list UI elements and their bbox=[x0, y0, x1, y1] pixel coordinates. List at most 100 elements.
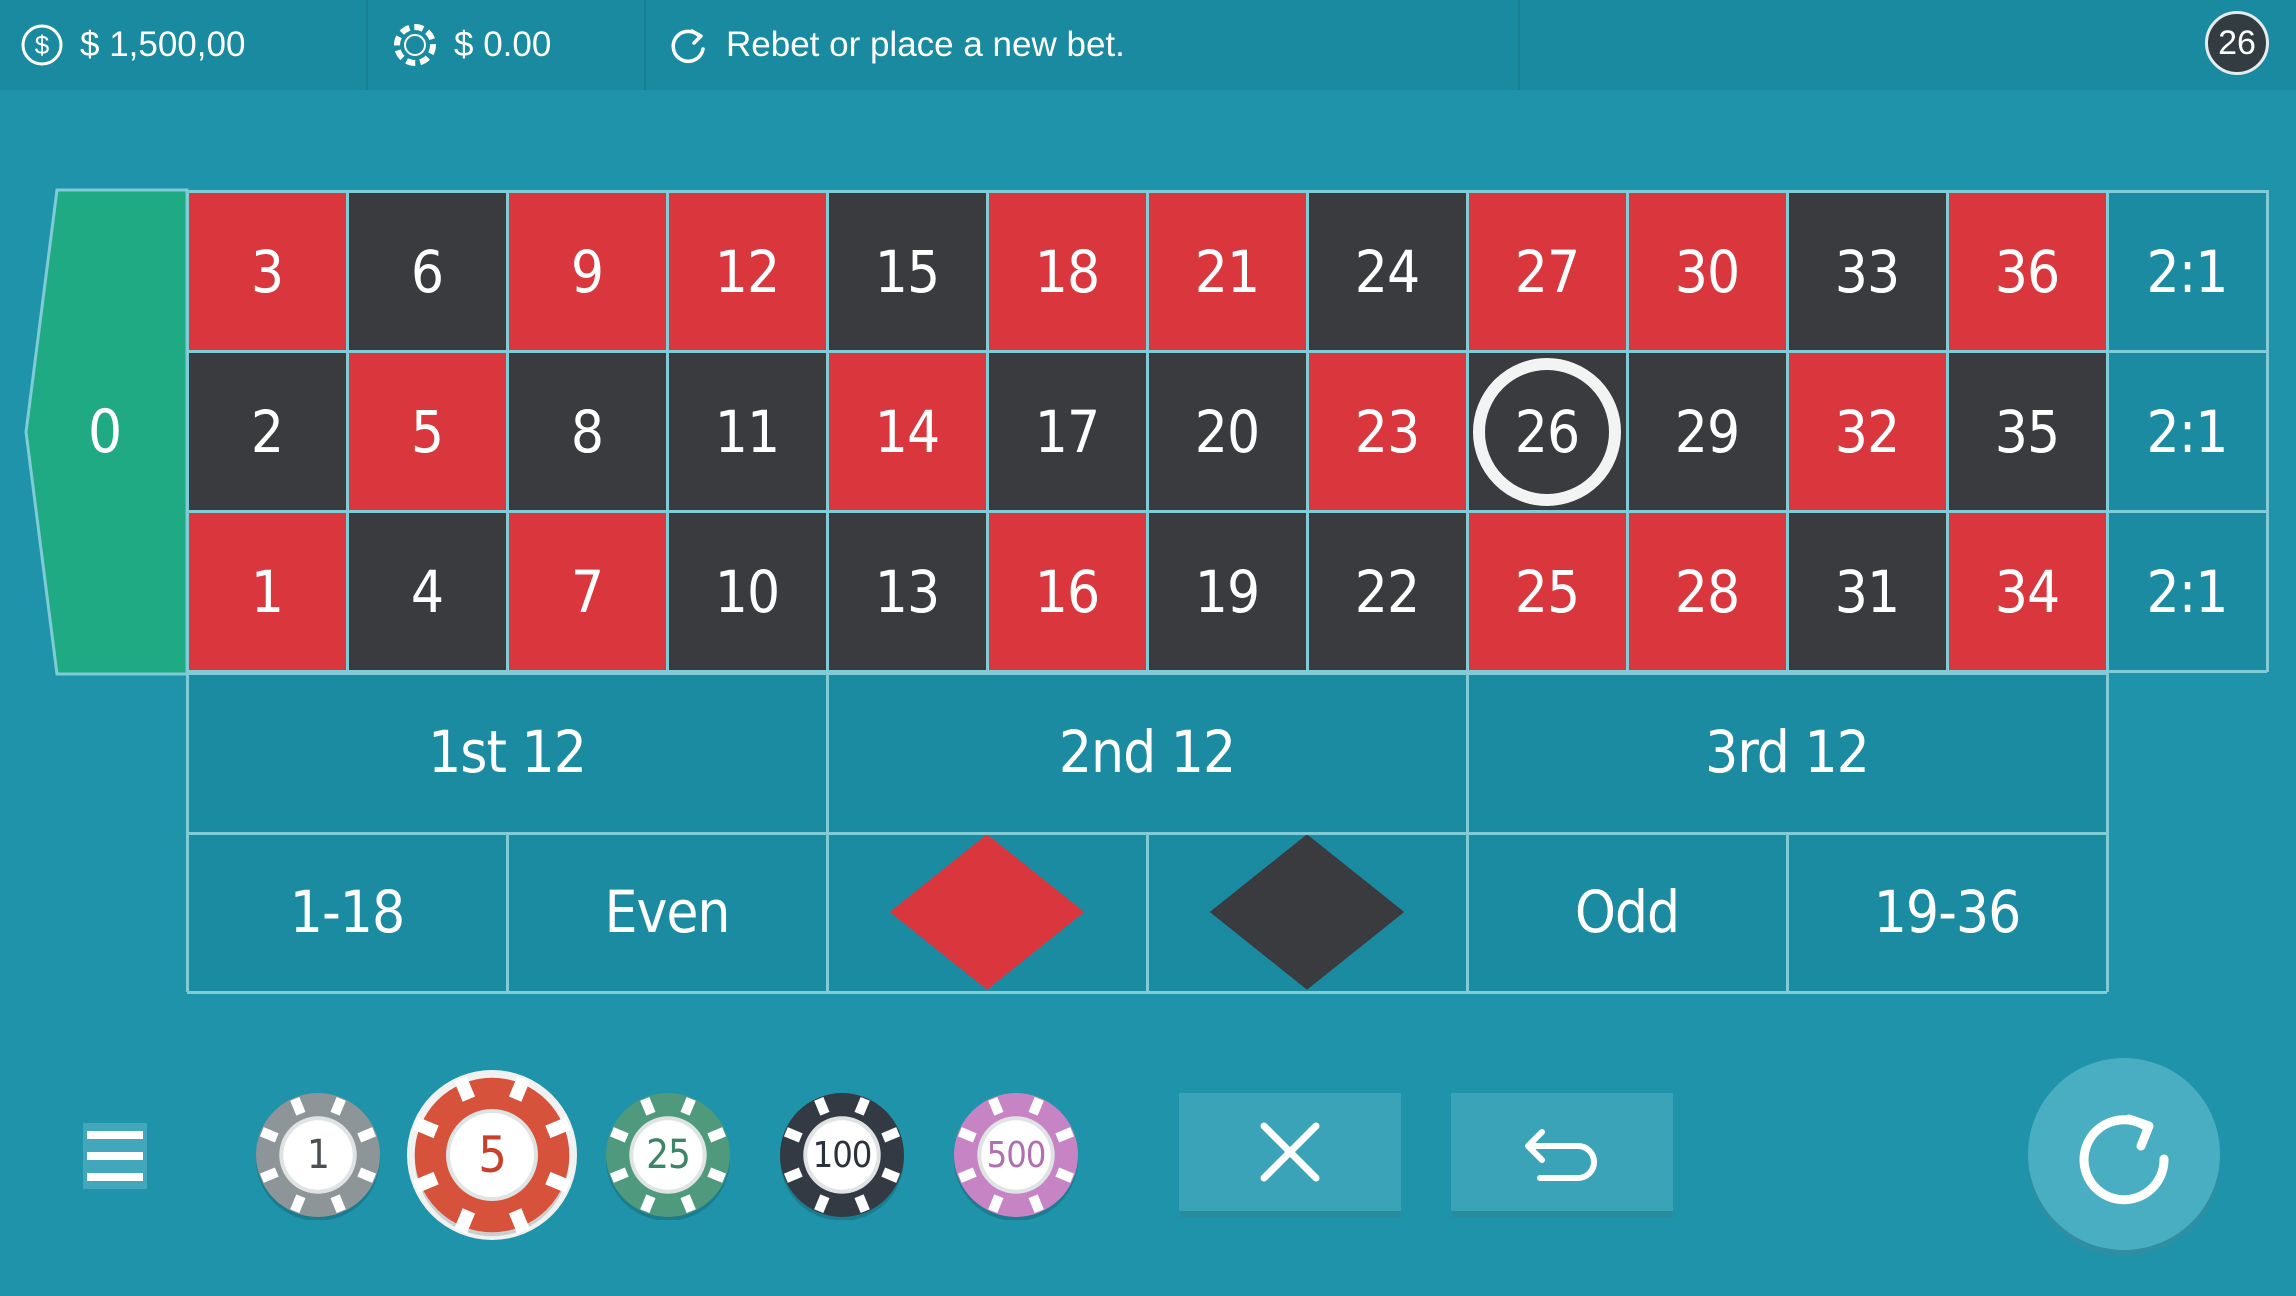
number-cell-20[interactable]: 20 bbox=[1147, 352, 1307, 512]
message-section: Rebet or place a new bet. bbox=[646, 0, 1520, 90]
number-cell-6-label: 6 bbox=[410, 238, 444, 306]
spin-button[interactable] bbox=[2028, 1058, 2220, 1250]
number-cell-6[interactable]: 6 bbox=[347, 192, 507, 352]
number-cell-17[interactable]: 17 bbox=[987, 352, 1147, 512]
number-cell-22[interactable]: 22 bbox=[1307, 512, 1467, 672]
number-cell-19-label: 19 bbox=[1194, 558, 1260, 626]
number-cell-25-label: 25 bbox=[1514, 558, 1580, 626]
number-cell-18[interactable]: 18 bbox=[987, 192, 1147, 352]
last-number-badge: 26 bbox=[2205, 11, 2269, 75]
bet-value: $ 0.00 bbox=[454, 25, 552, 64]
number-cell-20-label: 20 bbox=[1194, 398, 1260, 466]
number-cell-4[interactable]: 4 bbox=[347, 512, 507, 672]
high-19-36-bet[interactable]: 19-36 bbox=[1787, 832, 2107, 992]
dozen-bet-3[interactable]: 3rd 12 bbox=[1467, 672, 2107, 832]
number-cell-36[interactable]: 36 bbox=[1947, 192, 2107, 352]
number-cell-13[interactable]: 13 bbox=[827, 512, 987, 672]
number-cell-5-label: 5 bbox=[410, 398, 444, 466]
odd-bet[interactable]: Odd bbox=[1467, 832, 1787, 992]
number-cell-33[interactable]: 33 bbox=[1787, 192, 1947, 352]
number-cell-21-label: 21 bbox=[1194, 238, 1260, 306]
number-cell-31[interactable]: 31 bbox=[1787, 512, 1947, 672]
number-cell-24[interactable]: 24 bbox=[1307, 192, 1467, 352]
number-cell-19[interactable]: 19 bbox=[1147, 512, 1307, 672]
dozen-bet-2-label: 2nd 12 bbox=[1058, 718, 1236, 786]
number-cell-35-label: 35 bbox=[1994, 398, 2060, 466]
clear-bets-button[interactable] bbox=[1179, 1093, 1401, 1217]
dozen-bet-2[interactable]: 2nd 12 bbox=[827, 672, 1467, 832]
number-cell-11[interactable]: 11 bbox=[667, 352, 827, 512]
dozen-bet-1-label: 1st 12 bbox=[428, 718, 587, 786]
number-cell-35[interactable]: 35 bbox=[1947, 352, 2107, 512]
number-cell-29-label: 29 bbox=[1674, 398, 1740, 466]
black-diamond bbox=[1209, 834, 1405, 990]
number-cell-4-label: 4 bbox=[410, 558, 444, 626]
chip-icon bbox=[394, 24, 436, 66]
number-cell-16-label: 16 bbox=[1034, 558, 1100, 626]
number-cell-13-label: 13 bbox=[874, 558, 940, 626]
number-cell-27[interactable]: 27 bbox=[1467, 192, 1627, 352]
number-cell-24-label: 24 bbox=[1354, 238, 1420, 306]
number-cell-34[interactable]: 34 bbox=[1947, 512, 2107, 672]
number-cell-5[interactable]: 5 bbox=[347, 352, 507, 512]
number-cell-2-label: 2 bbox=[250, 398, 284, 466]
number-cell-29[interactable]: 29 bbox=[1627, 352, 1787, 512]
odd-bet-label: Odd bbox=[1574, 878, 1680, 946]
chip-5[interactable]: 5 bbox=[405, 1068, 579, 1242]
number-cell-7[interactable]: 7 bbox=[507, 512, 667, 672]
column-bet-1[interactable]: 2:1 bbox=[2107, 192, 2267, 352]
chip-1-label: 1 bbox=[307, 1132, 330, 1178]
number-cell-11-label: 11 bbox=[714, 398, 780, 466]
number-cell-32[interactable]: 32 bbox=[1787, 352, 1947, 512]
status-message: Rebet or place a new bet. bbox=[726, 25, 1125, 64]
number-cell-32-label: 32 bbox=[1834, 398, 1900, 466]
dozen-bet-3-label: 3rd 12 bbox=[1705, 718, 1870, 786]
red-bet[interactable] bbox=[827, 832, 1147, 992]
number-cell-17-label: 17 bbox=[1034, 398, 1100, 466]
number-cell-7-label: 7 bbox=[570, 558, 604, 626]
chip-1[interactable]: 1 bbox=[253, 1090, 383, 1220]
chip-25-label: 25 bbox=[646, 1132, 691, 1178]
even-bet[interactable]: Even bbox=[507, 832, 827, 992]
column-bet-2[interactable]: 2:1 bbox=[2107, 352, 2267, 512]
number-cell-12[interactable]: 12 bbox=[667, 192, 827, 352]
even-bet-label: Even bbox=[604, 878, 730, 946]
number-cell-15[interactable]: 15 bbox=[827, 192, 987, 352]
number-cell-2[interactable]: 2 bbox=[187, 352, 347, 512]
undo-button[interactable] bbox=[1451, 1093, 1673, 1217]
number-cell-8[interactable]: 8 bbox=[507, 352, 667, 512]
number-cell-1[interactable]: 1 bbox=[187, 512, 347, 672]
number-cell-30-label: 30 bbox=[1674, 238, 1740, 306]
refresh-icon bbox=[671, 29, 705, 64]
zero-label[interactable]: 0 bbox=[60, 392, 150, 472]
black-bet[interactable] bbox=[1147, 832, 1467, 992]
chip-5-label: 5 bbox=[478, 1126, 507, 1184]
dozen-bet-1[interactable]: 1st 12 bbox=[187, 672, 827, 832]
chip-25[interactable]: 25 bbox=[603, 1090, 733, 1220]
chip-500[interactable]: 500 bbox=[951, 1090, 1081, 1220]
number-cell-30[interactable]: 30 bbox=[1627, 192, 1787, 352]
number-cell-34-label: 34 bbox=[1994, 558, 2060, 626]
number-cell-23[interactable]: 23 bbox=[1307, 352, 1467, 512]
number-cell-12-label: 12 bbox=[714, 238, 780, 306]
number-cell-18-label: 18 bbox=[1034, 238, 1100, 306]
number-cell-10[interactable]: 10 bbox=[667, 512, 827, 672]
number-cell-31-label: 31 bbox=[1834, 558, 1900, 626]
chip-100[interactable]: 100 bbox=[777, 1090, 907, 1220]
number-cell-9[interactable]: 9 bbox=[507, 192, 667, 352]
number-cell-21[interactable]: 21 bbox=[1147, 192, 1307, 352]
low-1-18-bet-label: 1-18 bbox=[289, 878, 405, 946]
number-cell-16[interactable]: 16 bbox=[987, 512, 1147, 672]
menu-button[interactable] bbox=[74, 1115, 156, 1197]
result-marker bbox=[1473, 358, 1621, 506]
number-cell-33-label: 33 bbox=[1834, 238, 1900, 306]
number-cell-25[interactable]: 25 bbox=[1467, 512, 1627, 672]
zero-pocket[interactable] bbox=[0, 0, 200, 700]
number-cell-3-label: 3 bbox=[250, 238, 284, 306]
column-bet-3[interactable]: 2:1 bbox=[2107, 512, 2267, 672]
number-cell-15-label: 15 bbox=[874, 238, 940, 306]
number-cell-14[interactable]: 14 bbox=[827, 352, 987, 512]
number-cell-3[interactable]: 3 bbox=[187, 192, 347, 352]
low-1-18-bet[interactable]: 1-18 bbox=[187, 832, 507, 992]
number-cell-28[interactable]: 28 bbox=[1627, 512, 1787, 672]
